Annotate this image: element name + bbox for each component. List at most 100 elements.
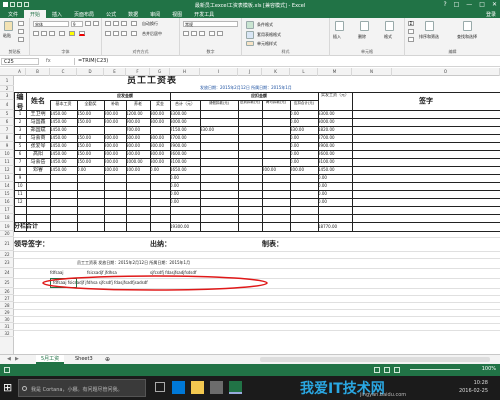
- name-box[interactable]: C25: [1, 58, 39, 65]
- comma-icon[interactable]: [199, 31, 205, 36]
- format-cells-icon[interactable]: [385, 21, 394, 31]
- tab-page-layout[interactable]: 页面布局: [68, 10, 100, 18]
- sheet-cells[interactable]: 员工工资表 发放日期：2015年2月12日 所属日期：2015年1月 编号 姓名 应发金…: [14, 76, 500, 354]
- row-header[interactable]: 25: [0, 278, 14, 288]
- taskbar-time[interactable]: 10:28: [448, 380, 488, 386]
- maximize-button[interactable]: □: [479, 1, 485, 8]
- formula-input[interactable]: =TRIM(C23): [74, 58, 494, 65]
- row-header[interactable]: 12: [0, 166, 14, 174]
- windows-start-icon[interactable]: ⊞: [3, 382, 14, 393]
- tab-review[interactable]: 审阅: [144, 10, 166, 18]
- tab-data[interactable]: 数据: [122, 10, 144, 18]
- fill-icon[interactable]: [408, 29, 414, 34]
- decrease-font-icon[interactable]: [93, 21, 99, 26]
- underline-icon[interactable]: [49, 31, 55, 36]
- minimize-button[interactable]: —: [466, 1, 472, 8]
- row-header[interactable]: 21: [0, 237, 14, 251]
- align-center-icon[interactable]: [113, 31, 119, 36]
- column-header[interactable]: M: [318, 68, 352, 76]
- excel-taskbar-icon[interactable]: [229, 381, 242, 394]
- row-header[interactable]: 24: [0, 268, 14, 278]
- row-header[interactable]: 3: [0, 92, 14, 100]
- currency-icon[interactable]: [183, 31, 189, 36]
- row-header[interactable]: 27: [0, 295, 14, 302]
- store-icon[interactable]: [210, 381, 223, 394]
- tab-formulas[interactable]: 公式: [100, 10, 122, 18]
- row-header[interactable]: 30: [0, 316, 14, 323]
- wrap-text-button[interactable]: 自动换行: [141, 21, 177, 27]
- ribbon-display-button[interactable]: □: [454, 1, 460, 8]
- delete-cells-button[interactable]: 删除: [358, 34, 366, 40]
- border-icon[interactable]: [59, 31, 65, 36]
- add-sheet-icon[interactable]: ⊕: [100, 355, 115, 364]
- file-explorer-icon[interactable]: [191, 381, 204, 394]
- tab-file[interactable]: 文件: [2, 10, 24, 18]
- tab-developer[interactable]: 开发工具: [188, 10, 220, 18]
- horizontal-scrollbar[interactable]: [260, 357, 490, 362]
- fill-color-icon[interactable]: [69, 31, 75, 36]
- format-as-table-button[interactable]: 套用表格格式: [256, 32, 326, 38]
- increase-decimal-icon[interactable]: [209, 31, 215, 36]
- row-header[interactable]: 17: [0, 206, 14, 214]
- tab-home[interactable]: 开始: [24, 10, 47, 18]
- page-layout-view-icon[interactable]: [384, 367, 390, 373]
- percent-icon[interactable]: [191, 31, 197, 36]
- row-header[interactable]: 23: [0, 258, 14, 268]
- tab-insert[interactable]: 插入: [46, 10, 68, 18]
- align-left-icon[interactable]: [105, 31, 111, 36]
- cell-styles-button[interactable]: 单元格样式: [256, 41, 326, 47]
- column-header[interactable]: G: [150, 68, 170, 76]
- row-header[interactable]: 13: [0, 174, 14, 182]
- row-header[interactable]: 29: [0, 309, 14, 316]
- autosum-icon[interactable]: Σ: [408, 21, 414, 27]
- column-header[interactable]: I: [200, 68, 238, 76]
- number-format-select[interactable]: 常规: [183, 21, 238, 27]
- conditional-format-icon[interactable]: [246, 21, 254, 29]
- clear-icon[interactable]: [408, 37, 414, 42]
- column-header[interactable]: E: [104, 68, 126, 76]
- row-header[interactable]: 1: [0, 76, 14, 86]
- format-painter-icon[interactable]: [18, 37, 24, 42]
- font-size-select[interactable]: 9: [71, 21, 83, 27]
- row-header[interactable]: 32: [0, 330, 14, 337]
- zoom-level[interactable]: 100%: [482, 366, 496, 372]
- format-as-table-icon[interactable]: [246, 31, 254, 39]
- row-header[interactable]: 5: [0, 110, 14, 118]
- row-header[interactable]: 10: [0, 150, 14, 158]
- insert-cells-icon[interactable]: [335, 21, 344, 31]
- column-header[interactable]: F: [126, 68, 150, 76]
- help-button[interactable]: ?: [443, 1, 446, 8]
- font-color-icon[interactable]: [79, 31, 85, 36]
- align-right-icon[interactable]: [121, 31, 127, 36]
- row-header[interactable]: 26: [0, 288, 14, 295]
- row-header[interactable]: 22: [0, 251, 14, 258]
- zoom-slider[interactable]: [410, 369, 460, 370]
- macro-record-icon[interactable]: [4, 367, 10, 373]
- column-header[interactable]: A: [14, 68, 26, 76]
- font-name-select[interactable]: 宋体: [33, 21, 69, 27]
- sheet-scroll-right-icon[interactable]: ▶: [10, 355, 24, 364]
- task-view-icon[interactable]: [155, 382, 165, 392]
- column-header[interactable]: N: [352, 68, 392, 76]
- delete-cells-icon[interactable]: [360, 21, 369, 31]
- indent-icon[interactable]: [131, 31, 137, 36]
- paste-icon[interactable]: [4, 21, 13, 31]
- cortana-search-box[interactable]: 我是 Cortana，小娜。有问题尽管问我。: [18, 379, 146, 397]
- conditional-format-button[interactable]: 条件格式: [256, 22, 326, 28]
- column-header[interactable]: L: [290, 68, 318, 76]
- row-header[interactable]: 16: [0, 198, 14, 206]
- row-header[interactable]: 31: [0, 323, 14, 330]
- sort-filter-button[interactable]: 排序和筛选: [419, 34, 439, 40]
- close-button[interactable]: ✕: [492, 1, 497, 8]
- row-header[interactable]: 19: [0, 222, 14, 231]
- page-break-view-icon[interactable]: [394, 367, 400, 373]
- tab-view[interactable]: 视图: [166, 10, 188, 18]
- row-header[interactable]: 4: [0, 100, 14, 110]
- cut-icon[interactable]: [18, 21, 24, 26]
- row-header[interactable]: 6: [0, 118, 14, 126]
- bottom-align-icon[interactable]: [121, 21, 127, 26]
- middle-align-icon[interactable]: [113, 21, 119, 26]
- normal-view-icon[interactable]: [374, 367, 380, 373]
- login-link[interactable]: 登录: [486, 11, 496, 18]
- column-header[interactable]: C: [50, 68, 77, 76]
